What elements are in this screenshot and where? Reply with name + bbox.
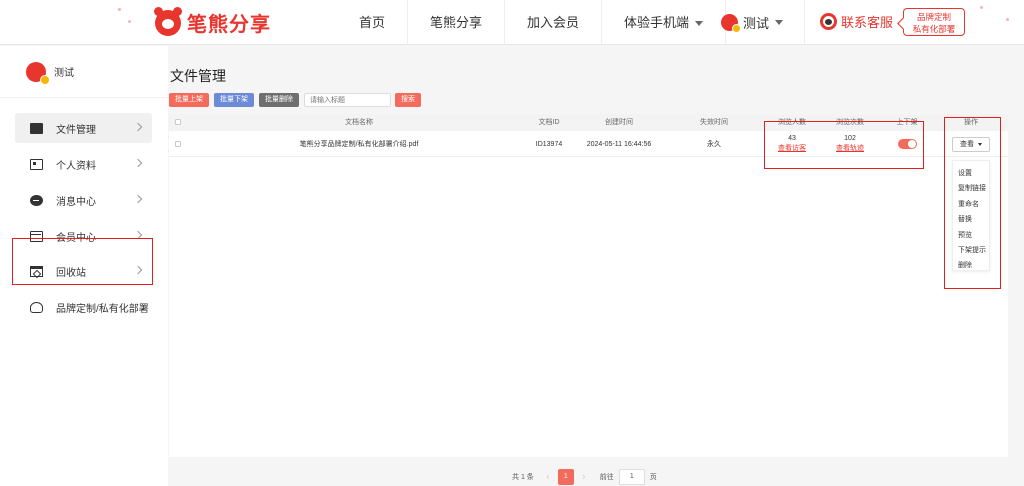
main-content: 文件管理 批量上架 批量下架 批量删除 搜索 文档名称 文档ID 创建时间 失效…	[169, 46, 1008, 486]
decorative-dot	[128, 20, 131, 23]
goto-label: 前往	[599, 474, 614, 481]
batch-delete-button[interactable]: 批量删除	[259, 93, 299, 107]
contact-support[interactable]: 联系客服	[820, 12, 893, 31]
column-header: 创建时间	[605, 119, 633, 126]
decorative-dot	[118, 8, 121, 11]
logo-text: 笔熊分享	[187, 12, 271, 36]
chevron-right-icon	[133, 122, 143, 132]
highlight-box	[764, 121, 924, 169]
nav-mobile-label: 体验手机端	[624, 15, 690, 30]
batch-down-button[interactable]: 批量下架	[214, 93, 254, 107]
total-count: 共 1 条	[512, 474, 534, 481]
sidebar-user-name: 测试	[54, 68, 74, 79]
sidebar-item-file-management[interactable]: 文件管理	[15, 113, 152, 143]
decorative-dot	[1006, 18, 1009, 21]
support-label: 联系客服	[841, 15, 894, 30]
highlight-box	[12, 238, 153, 285]
chevron-right-icon	[133, 158, 143, 168]
nav-home[interactable]: 首页	[337, 0, 409, 45]
search-input[interactable]	[304, 93, 391, 107]
sidebar-item-label: 个人资料	[56, 160, 96, 172]
search-button[interactable]: 搜索	[395, 93, 421, 107]
file-name[interactable]: 笔熊分享品牌定制/私有化部署介绍.pdf	[279, 131, 439, 157]
sidebar-item-messages[interactable]: 消息中心	[15, 185, 152, 215]
prev-page-button[interactable]: ‹	[542, 469, 554, 485]
batch-up-button[interactable]: 批量上架	[169, 93, 209, 107]
main-nav: 首页 笔熊分享 加入会员 体验手机端	[337, 0, 727, 45]
sidebar-item-label: 文件管理	[56, 124, 96, 136]
sidebar-item-label: 品牌定制/私有化部署	[56, 303, 149, 315]
site-logo[interactable]: 笔熊分享	[154, 6, 271, 37]
select-all-checkbox[interactable]	[175, 119, 181, 126]
avatar	[721, 14, 741, 33]
page-number[interactable]: 1	[557, 469, 574, 485]
sidebar-item-brand-customization[interactable]: 品牌定制/私有化部署	[15, 292, 152, 322]
column-header: 文档名称	[345, 119, 373, 126]
page-title: 文件管理	[170, 68, 226, 84]
sidebar-item-profile[interactable]: 个人资料	[15, 149, 152, 179]
sidebar-item-label: 消息中心	[56, 196, 96, 208]
pagination: 共 1 条 ‹ 1 › 前往 1 页	[512, 469, 657, 485]
top-header: 笔熊分享 首页 笔熊分享 加入会员 体验手机端 测试 联系客服 品牌定制 私有化…	[0, 0, 1024, 45]
vip-badge-icon	[40, 74, 50, 85]
sidebar-user: 测试	[0, 46, 168, 98]
column-header: 文档ID	[538, 119, 560, 126]
nav-membership[interactable]: 加入会员	[505, 0, 603, 45]
expire-time: 永久	[707, 141, 721, 148]
vip-badge-icon	[732, 24, 741, 33]
shield-icon	[30, 301, 43, 313]
chevron-right-icon	[133, 194, 143, 204]
toolbar: 批量上架 批量下架 批量删除 搜索	[169, 93, 426, 107]
goto-page-input[interactable]: 1	[618, 469, 645, 485]
user-menu[interactable]: 测试	[705, 0, 805, 45]
message-icon	[30, 194, 43, 206]
avatar	[26, 61, 50, 85]
brand-line-1: 品牌定制	[916, 12, 951, 22]
brand-customization-badge[interactable]: 品牌定制 私有化部署	[903, 8, 965, 36]
highlight-box	[944, 117, 1001, 289]
nav-share[interactable]: 笔熊分享	[408, 0, 506, 45]
id-card-icon	[30, 158, 43, 170]
page-suffix: 页	[649, 474, 657, 481]
customer-service-icon	[820, 13, 837, 30]
file-id: ID13974	[535, 140, 563, 148]
bear-logo-icon	[154, 6, 182, 36]
brand-line-2: 私有化部署	[912, 24, 956, 34]
user-name: 测试	[743, 16, 770, 31]
decorative-dot	[980, 6, 983, 9]
row-checkbox[interactable]	[172, 131, 184, 157]
chevron-down-icon	[775, 20, 784, 25]
folder-icon	[30, 122, 43, 134]
next-page-button[interactable]: ›	[578, 469, 590, 485]
created-time: 2024-05-11 16:44:56	[586, 140, 652, 148]
chevron-down-icon	[695, 21, 704, 27]
column-header: 失效时间	[700, 119, 728, 126]
